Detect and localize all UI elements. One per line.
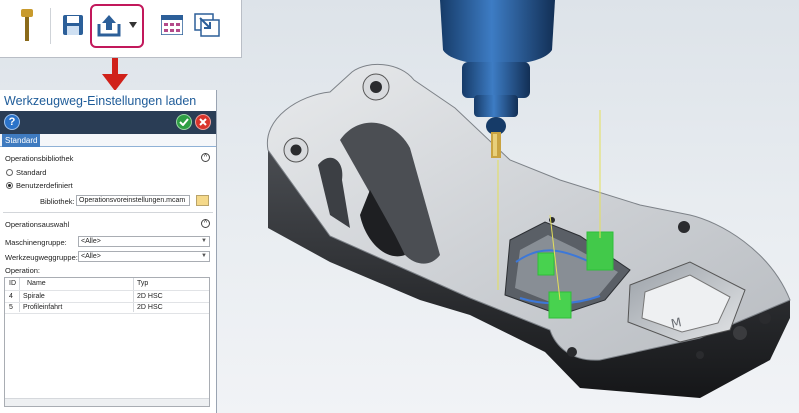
panel-action-bar: ?: [0, 111, 216, 134]
column-divider: [19, 278, 20, 312]
section-divider: [3, 212, 213, 213]
dropdown-arrow-icon: [129, 22, 137, 28]
browse-folder-icon[interactable]: [196, 195, 209, 206]
header-divider: [5, 290, 209, 291]
chevron-down-icon: ▼: [201, 253, 207, 259]
cancel-button[interactable]: [195, 114, 211, 130]
annotation-arrow-icon: [102, 58, 128, 91]
row-divider: [5, 313, 209, 314]
library-section-heading: Operationsbibliothek: [5, 154, 74, 163]
import-icon: [194, 13, 220, 37]
row-name: Spirale: [23, 293, 45, 300]
operation-label: Operation:: [5, 266, 41, 275]
tool-group-label: Werkzeugweggruppe:: [5, 253, 78, 262]
machine-group-select[interactable]: <Alle> ▼: [78, 236, 210, 247]
collapse-selection-icon[interactable]: ^: [201, 219, 210, 228]
save-icon: [63, 15, 83, 35]
checkmark-icon: [179, 118, 189, 126]
tool-group-value: <Alle>: [81, 253, 101, 260]
column-header-name[interactable]: Name: [27, 280, 46, 287]
toolbar: [0, 0, 242, 58]
tool-group-select[interactable]: <Alle> ▼: [78, 251, 210, 262]
tool-holder-icon: [21, 9, 33, 41]
close-icon: [199, 118, 207, 126]
chevron-down-icon: ▼: [201, 238, 207, 244]
row-divider: [5, 302, 209, 303]
column-divider: [133, 278, 134, 312]
tool-holder-button[interactable]: [14, 6, 40, 44]
radio-custom-label: Benutzerdefiniert: [16, 181, 73, 190]
radio-custom[interactable]: [6, 182, 13, 189]
row-type: 2D HSC: [137, 304, 163, 311]
save-button[interactable]: [58, 6, 88, 44]
library-path-field[interactable]: Operationsvoreinstellungen.mcam: [76, 195, 190, 206]
toolbar-separator: [50, 8, 51, 44]
column-header-type[interactable]: Typ: [137, 280, 148, 287]
ok-button[interactable]: [176, 114, 192, 130]
library-label: Bibliothek:: [40, 197, 75, 206]
row-id: 5: [9, 304, 13, 311]
row-id: 4: [9, 293, 13, 300]
column-header-id[interactable]: ID: [9, 280, 16, 287]
tab-strip: Standard: [0, 134, 216, 147]
machine-group-label: Maschinengruppe:: [5, 238, 67, 247]
radio-standard[interactable]: [6, 169, 13, 176]
operations-grid-button[interactable]: [158, 6, 186, 44]
row-type: 2D HSC: [137, 293, 163, 300]
horizontal-scrollbar[interactable]: [5, 398, 209, 406]
export-icon: [97, 15, 121, 37]
row-name: Profileinfahrt: [23, 304, 63, 311]
operations-grid-icon: [161, 15, 183, 35]
export-dropdown-button[interactable]: [126, 6, 140, 44]
tab-standard[interactable]: Standard: [2, 134, 41, 147]
load-toolpath-settings-panel: Werkzeugweg-Einstellungen laden ? Standa…: [0, 90, 217, 413]
collapse-library-icon[interactable]: ^: [201, 153, 210, 162]
machine-group-value: <Alle>: [81, 238, 101, 245]
selection-section-heading: Operationsauswahl: [5, 220, 70, 229]
help-button[interactable]: ?: [4, 114, 20, 130]
export-button[interactable]: [94, 6, 124, 44]
operations-table[interactable]: ID Name Typ 4 Spirale 2D HSC 5 Profilein…: [4, 277, 210, 407]
help-icon: ?: [8, 116, 16, 128]
panel-title: Werkzeugweg-Einstellungen laden: [4, 94, 197, 108]
import-button[interactable]: [192, 6, 222, 44]
radio-standard-label: Standard: [16, 168, 47, 177]
